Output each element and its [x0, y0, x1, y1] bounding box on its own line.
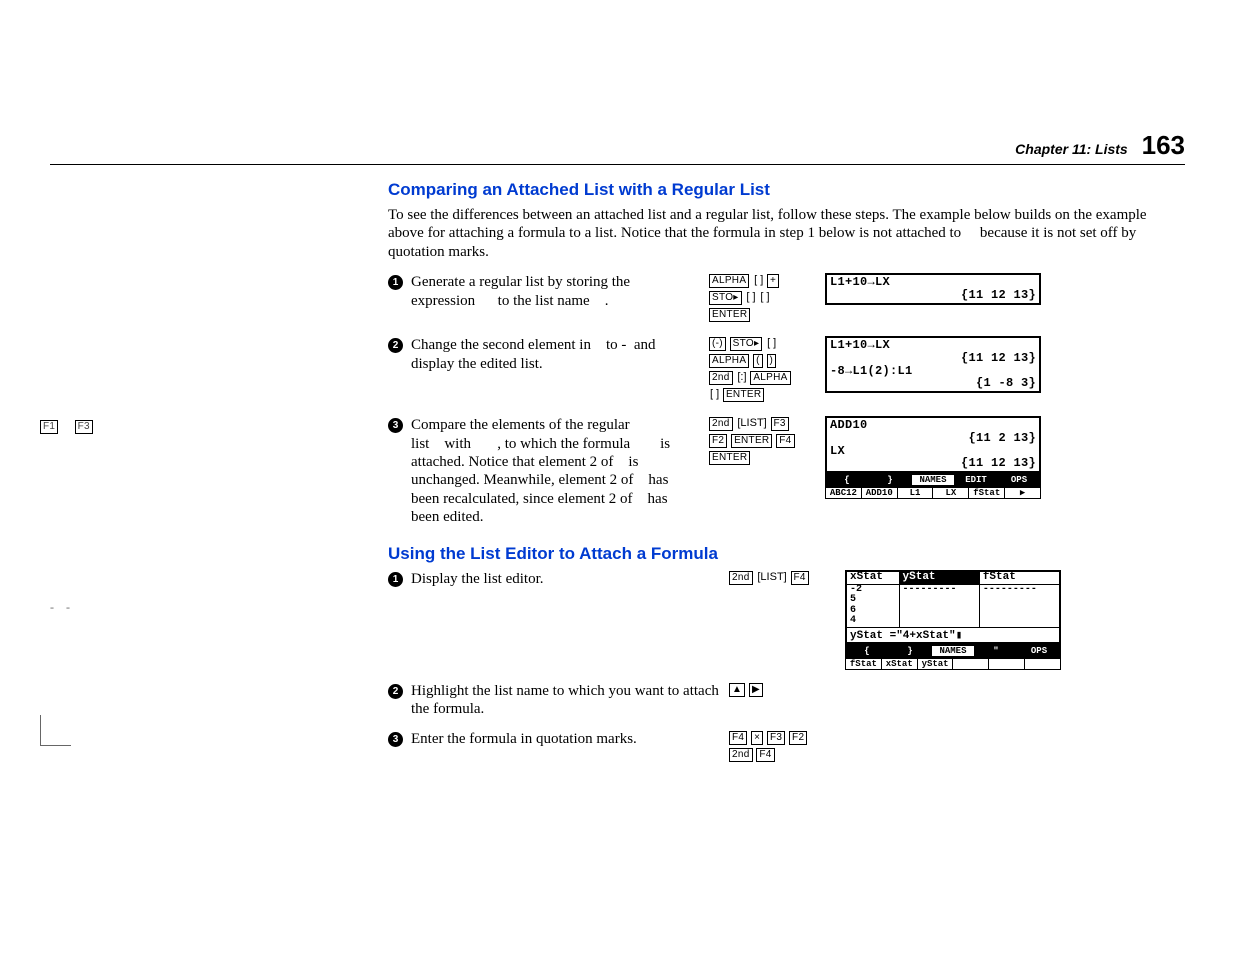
calc-key: F4 [729, 731, 747, 745]
editor-cell [979, 616, 1059, 627]
step-text: Generate a regular list by storing the e… [411, 273, 709, 310]
editor-softkeys-top: {}NAMES"OPS [845, 644, 1061, 657]
editor-column-header: yStat [899, 572, 979, 584]
calc-screen: ADD10{11 2 13}LX{11 12 13} [825, 416, 1041, 472]
calc-softkeys-bottom: ABC12ADD10L1LXfStat▶ [825, 486, 1041, 499]
step-key-sequence: F4 × F3 F2 2nd F4 [729, 730, 841, 764]
margin-key-hints: F1 F3 [40, 420, 94, 436]
calc-screen: L1+10→LX{11 12 13}-8→L1(2):L1{1 -8 3} [825, 336, 1041, 392]
running-header: Chapter 11: Lists 163 [1015, 130, 1185, 161]
steps-comparing: 1 Generate a regular list by storing the… [388, 273, 1185, 526]
step-text: Change the second element in to ‑ and di… [411, 336, 709, 373]
calc-key: F4 [776, 434, 794, 448]
calc-key: ▲ [729, 683, 745, 697]
calc-key: F3 [771, 417, 789, 431]
margin-dashes: -- [50, 600, 82, 615]
step-number: 1 [388, 275, 403, 290]
step-item: 3 Enter the formula in quotation marks. … [388, 730, 1185, 764]
step-key-sequence: ▲ ▶ [729, 682, 841, 699]
calc-key: ENTER [709, 451, 750, 465]
editor-column-header: fStat [979, 572, 1059, 584]
key-bracket: [LIST] [737, 417, 766, 429]
step-key-sequence: 2nd [LIST] F3 F2 ENTER F4 ENTER [709, 416, 821, 467]
key-bracket: [ ] [754, 274, 763, 286]
step-screen: L1+10→LX{11 12 13} [825, 273, 1041, 304]
step-item: 2 Change the second element in to ‑ and … [388, 336, 1185, 404]
step-text: Display the list editor. [411, 570, 729, 588]
calc-key: 2nd [709, 371, 733, 385]
step-key-sequence: 2nd [LIST] F4 [729, 570, 841, 587]
editor-cell [899, 595, 979, 606]
calc-key: × [751, 731, 763, 745]
calc-key: STO▸ [730, 337, 763, 351]
list-editor-screen: xStatyStatfStat-2------------------564yS… [845, 570, 1061, 670]
editor-cell: --------- [899, 584, 979, 595]
calc-key: ( [753, 354, 763, 368]
calc-key: F2 [709, 434, 727, 448]
chapter-label: Chapter 11: Lists [1015, 141, 1128, 157]
editor-cell [979, 606, 1059, 617]
steps-editor: 1 Display the list editor. 2nd [LIST] F4… [388, 570, 1185, 764]
calc-key: ENTER [723, 388, 764, 402]
step-item: 2 Highlight the list name to which you w… [388, 682, 1185, 719]
editor-softkeys-bottom: fStatxStatyStat [845, 657, 1061, 670]
step-number: 2 [388, 338, 403, 353]
calc-key: F2 [789, 731, 807, 745]
step-key-sequence: (-) STO▸ [ ] ALPHA ( ) 2nd [:] ALPHA [ ] EN… [709, 336, 821, 404]
step-text: Compare the elements of the regular list… [411, 416, 709, 526]
crop-mark [40, 715, 71, 746]
calc-key: ALPHA [709, 354, 749, 368]
key-bracket: [ ] [710, 388, 719, 400]
key-bracket: [ ] [760, 291, 769, 303]
calc-key: F3 [767, 731, 785, 745]
margin-key-f3: F3 [75, 420, 93, 434]
calc-key: ALPHA [750, 371, 790, 385]
step-number: 2 [388, 684, 403, 699]
calc-key: F4 [756, 748, 774, 762]
step-number: 3 [388, 732, 403, 747]
step-item: 1 Generate a regular list by storing the… [388, 273, 1185, 324]
editor-formula-line: yStat ="4+xStat"▮ [847, 627, 1059, 642]
key-bracket: [:] [737, 371, 746, 383]
key-bracket: [LIST] [757, 571, 786, 583]
section-title-editor: Using the List Editor to Attach a Formul… [388, 544, 1185, 564]
calc-key: (-) [709, 337, 726, 351]
calc-screen: L1+10→LX{11 12 13} [825, 273, 1041, 304]
editor-cell [979, 595, 1059, 606]
calc-softkeys-top: {}NAMESEDITOPS [825, 473, 1041, 486]
calc-key: ALPHA [709, 274, 749, 288]
editor-cell [899, 606, 979, 617]
key-bracket: [ ] [767, 337, 776, 349]
calc-key: ▶ [749, 683, 763, 697]
step-number: 1 [388, 572, 403, 587]
editor-cell: --------- [979, 584, 1059, 595]
step-item: 1 Display the list editor. 2nd [LIST] F4… [388, 570, 1185, 670]
calc-key: ENTER [731, 434, 772, 448]
header-rule [50, 164, 1185, 165]
editor-cell: 4 [847, 616, 899, 627]
calc-key: ) [767, 354, 777, 368]
step-number: 3 [388, 418, 403, 433]
section-body-comparing: To see the differences between an attach… [388, 206, 1185, 261]
step-key-sequence: ALPHA [ ] + STO▸ [ ] [ ] ENTER [709, 273, 821, 324]
calc-key: + [767, 274, 779, 288]
calc-key: 2nd [709, 417, 733, 431]
margin-key-f1: F1 [40, 420, 58, 434]
calc-key: ENTER [709, 308, 750, 322]
step-text: Highlight the list name to which you wan… [411, 682, 729, 719]
section-title-comparing: Comparing an Attached List with a Regula… [388, 180, 1185, 200]
list-editor-grid: xStatyStatfStat-2------------------564yS… [845, 570, 1061, 644]
step-item: 3 Compare the elements of the regular li… [388, 416, 1185, 526]
key-bracket: [ ] [746, 291, 755, 303]
calc-key: 2nd [729, 748, 753, 762]
page-number: 163 [1142, 130, 1185, 160]
step-text: Enter the formula in quotation marks. [411, 730, 729, 748]
step-screen: ADD10{11 2 13}LX{11 12 13}{}NAMESEDITOPS… [825, 416, 1041, 498]
calc-key: F4 [791, 571, 809, 585]
calc-key: STO▸ [709, 291, 742, 305]
editor-column-header: xStat [847, 572, 899, 584]
editor-cell [899, 616, 979, 627]
step-screen: L1+10→LX{11 12 13}-8→L1(2):L1{1 -8 3} [825, 336, 1041, 392]
calc-key: 2nd [729, 571, 753, 585]
